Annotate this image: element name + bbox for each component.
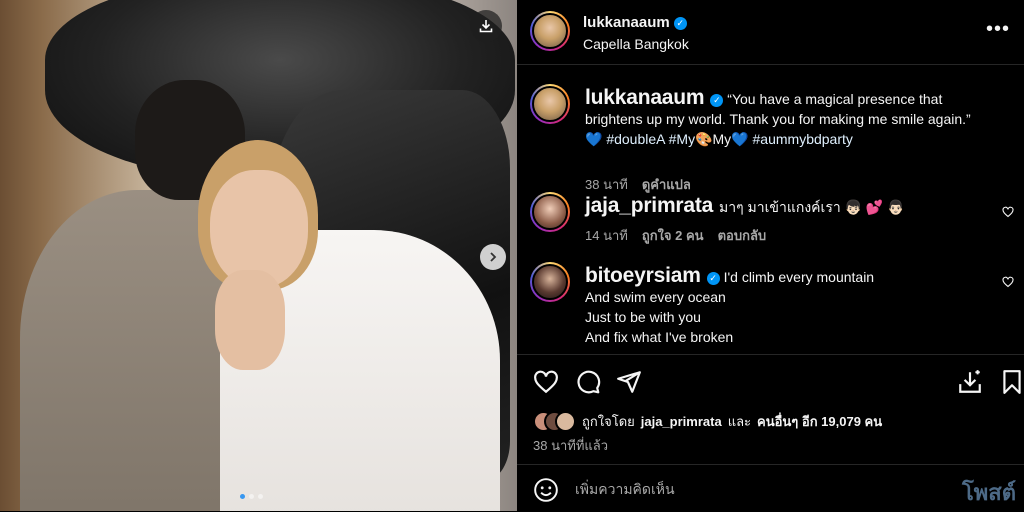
comment-line: And fix what I've broken xyxy=(585,329,734,345)
download-icon xyxy=(479,20,493,33)
comment-line: I'd climb every mountain xyxy=(723,269,875,285)
likes-prefix: ถูกใจโดย xyxy=(582,414,635,429)
post-photo[interactable] xyxy=(0,0,517,511)
post-location[interactable]: Capella Bangkok xyxy=(583,36,689,52)
caption: lukkanaaum ✓ “You have a magical presence… xyxy=(517,84,1024,204)
likes-and: และ xyxy=(727,414,752,429)
like-comment-heart-icon[interactable] xyxy=(1002,206,1014,218)
post-time[interactable]: 38 นาทีที่แล้ว xyxy=(533,435,608,456)
like-heart-icon[interactable] xyxy=(533,369,559,395)
comment-item: bitoeyrsiam ✓ I'd climb every mountain An… xyxy=(517,262,1024,354)
carousel-dot-active xyxy=(240,494,245,499)
liker-username[interactable]: jaja_primrata xyxy=(641,414,722,429)
carousel-dot xyxy=(249,494,254,499)
comment-text: jaja_primrata มาๆ มาเข้าแกงค์เรา 👦🏻 💕 👨🏻 xyxy=(585,194,988,217)
post-header: lukkanaaum ✓ Capella Bangkok ••• xyxy=(517,0,1024,65)
liker-avatars xyxy=(533,411,576,432)
hashtag-link[interactable]: #doubleA xyxy=(606,131,664,147)
others-count[interactable]: คนอื่นๆ อีก 19,079 คน xyxy=(757,411,882,432)
comment-item: jaja_primrata มาๆ มาเข้าแกงค์เรา 👦🏻 💕 👨🏻… xyxy=(517,192,1024,252)
verified-badge-icon: ✓ xyxy=(710,93,724,107)
emoji: 🎨 xyxy=(695,131,713,147)
verified-badge-icon: ✓ xyxy=(706,271,720,285)
liker-avatar xyxy=(555,411,576,432)
reply-button[interactable]: ตอบกลับ xyxy=(718,225,767,246)
comment-likes[interactable]: ถูกใจ 2 คน xyxy=(642,225,704,246)
carousel-dots xyxy=(240,494,263,499)
commenter-avatar[interactable] xyxy=(530,192,570,232)
post-side-panel: lukkanaaum ✓ Capella Bangkok ••• lukkanaa… xyxy=(517,0,1024,511)
comments-list: lukkanaaum ✓ “You have a magical presence… xyxy=(517,64,1024,354)
bookmark-icon[interactable] xyxy=(999,369,1024,395)
author-avatar[interactable] xyxy=(530,11,570,51)
verified-badge-icon: ✓ xyxy=(673,16,687,30)
post-comment-button[interactable]: โพสต์ xyxy=(962,475,1016,510)
post-actions: ถูกใจโดย jaja_primrata และ คนอื่นๆ อีก 1… xyxy=(517,354,1024,465)
comment-line: Just to be with you xyxy=(585,309,701,325)
comment-meta: 14 นาที ถูกใจ 2 คน ตอบกลับ xyxy=(585,225,766,246)
likes-summary[interactable]: ถูกใจโดย jaja_primrata และ คนอื่นๆ อีก 1… xyxy=(533,411,882,432)
comment-message: มาๆ มาเข้าแกงค์เรา 👦🏻 💕 👨🏻 xyxy=(719,199,905,215)
add-comment-bar: โพสต์ xyxy=(517,464,1024,512)
caption-word: My xyxy=(712,131,732,147)
comment-time[interactable]: 14 นาที xyxy=(585,225,628,246)
emoji: 💙 xyxy=(731,131,749,147)
chevron-right-icon xyxy=(490,252,497,262)
caption-avatar[interactable] xyxy=(530,84,570,124)
author-username[interactable]: lukkanaaum xyxy=(583,14,670,31)
comment-line: And swim every ocean xyxy=(585,289,726,305)
share-paper-plane-icon[interactable] xyxy=(616,369,642,395)
carousel-dot xyxy=(258,494,263,499)
woman-hand xyxy=(215,270,285,370)
comment-bubble-icon[interactable] xyxy=(575,369,601,395)
like-comment-heart-icon[interactable] xyxy=(1002,276,1014,288)
hashtag-link[interactable]: #aummybdparty xyxy=(753,131,853,147)
commenter-avatar[interactable] xyxy=(530,262,570,302)
comment-text: bitoeyrsiam ✓ I'd climb every mountain An… xyxy=(585,264,988,347)
download-button[interactable] xyxy=(470,10,502,42)
emoji-picker-icon[interactable] xyxy=(533,477,559,503)
hashtag-link[interactable]: #My xyxy=(669,131,695,147)
commenter-username[interactable]: bitoeyrsiam xyxy=(585,264,701,287)
next-photo-button[interactable] xyxy=(480,244,506,270)
more-options-icon[interactable]: ••• xyxy=(986,19,1010,39)
emoji: 💙 xyxy=(585,131,603,147)
author-name-row: lukkanaaum ✓ xyxy=(583,14,687,31)
save-to-collection-icon[interactable] xyxy=(957,369,983,395)
comment-input[interactable] xyxy=(573,477,937,501)
caption-username[interactable]: lukkanaaum xyxy=(585,86,705,109)
commenter-username[interactable]: jaja_primrata xyxy=(585,194,713,217)
caption-text: lukkanaaum ✓ “You have a magical presence… xyxy=(585,86,988,149)
